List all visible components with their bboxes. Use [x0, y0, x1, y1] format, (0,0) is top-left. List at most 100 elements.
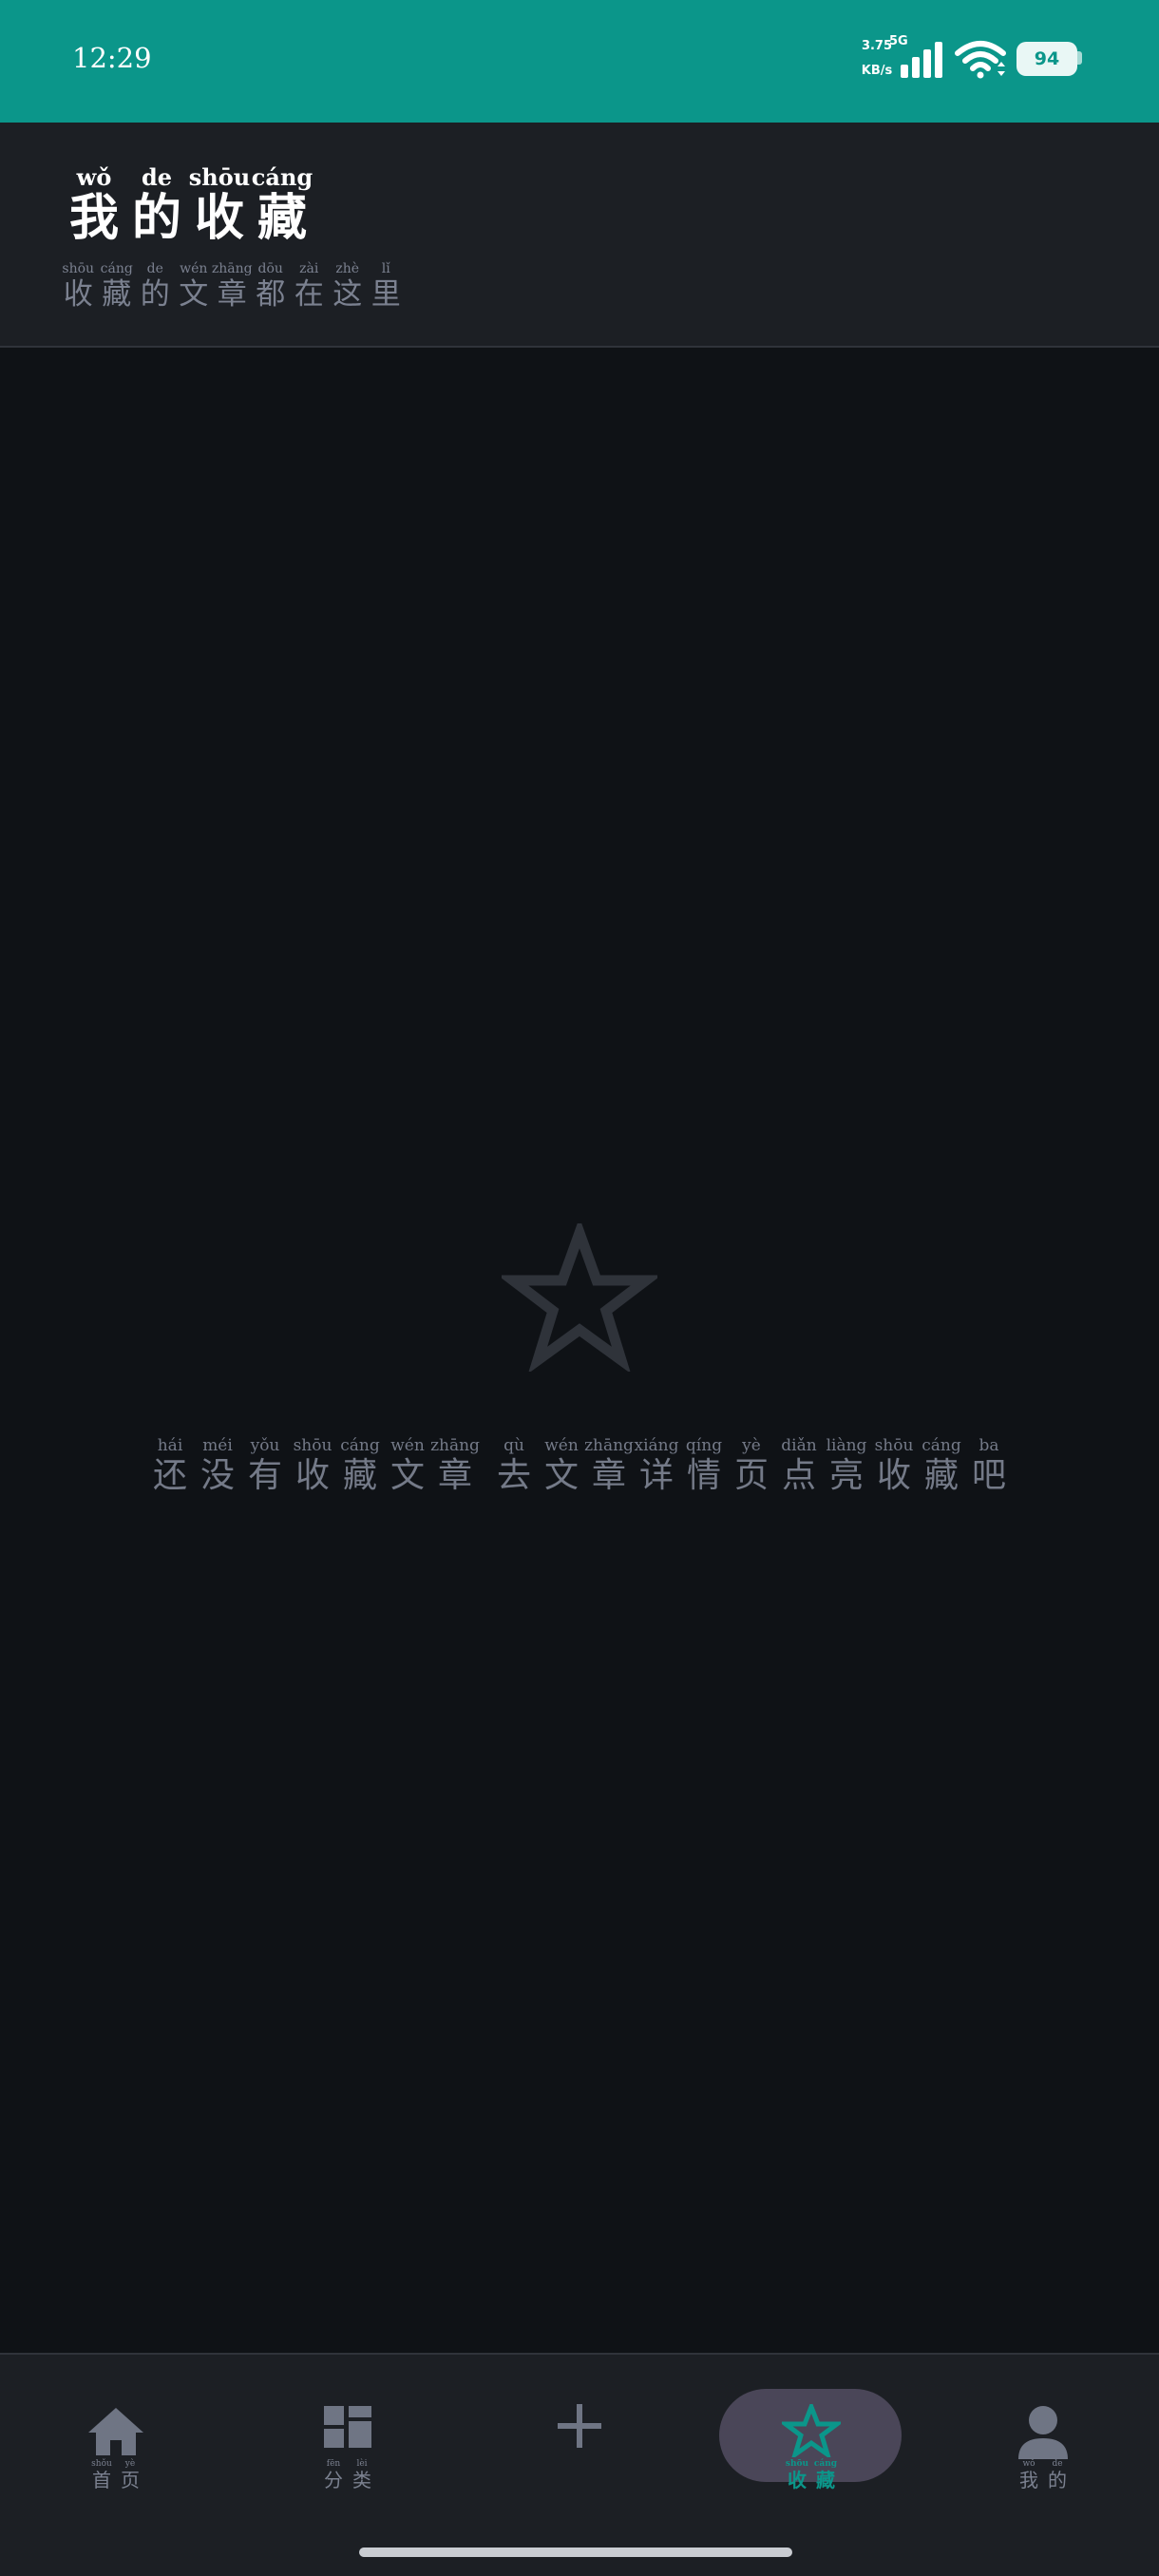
pinyin-text: shōu	[62, 261, 95, 276]
hanzi-text: 藏	[256, 189, 307, 247]
empty-state-message: hái 还 méi 没 yǒu 有 shōu 收 cáng 藏 wén 文 zhāng 章 qù 去 wén 文 z…	[0, 1436, 1159, 1497]
pinyin-text: zài	[299, 261, 319, 276]
pinyin-text: qù	[504, 1436, 524, 1455]
pinyin-text: cáng	[813, 2459, 838, 2469]
home-icon	[88, 2408, 143, 2455]
pinyin-text: yǒu	[250, 1436, 280, 1455]
user-icon	[1018, 2406, 1068, 2459]
hanzi-text: 里	[370, 277, 401, 312]
status-bar: 12:29 3.75 KB/s 5G 94	[0, 0, 1159, 123]
nav-home[interactable]: shǒu 首 yè 页	[0, 2355, 232, 2497]
hanzi-text: 藏	[102, 277, 132, 312]
hanzi-text: 吧	[971, 1456, 1006, 1495]
ruby-char: yè 页	[728, 1436, 775, 1497]
pinyin-text: yè	[742, 1436, 761, 1455]
hanzi-text: 章	[437, 1456, 472, 1495]
pinyin-text: zhāng	[430, 1436, 480, 1455]
page-subtitle: shōu 收 cáng 藏 de 的 wén 文 zhāng 章 dōu 都 zài 在 zhè 这 lǐ 里	[59, 261, 406, 313]
pinyin-text: de	[146, 261, 163, 276]
ruby-char: ba 吧	[965, 1436, 1013, 1497]
ruby-char: zhāng 章	[584, 1436, 634, 1497]
hanzi-text: 这	[332, 277, 363, 312]
ruby-char: shǒu 首	[89, 2459, 114, 2491]
empty-star-icon	[502, 1223, 657, 1372]
pinyin-text: liàng	[826, 1436, 867, 1455]
hanzi-text: 收	[294, 1456, 330, 1495]
hanzi-text: 分	[324, 2469, 343, 2491]
ruby-char: cáng 藏	[98, 261, 137, 313]
pinyin-text: hái	[157, 1436, 183, 1455]
ruby-char: shōu 收	[785, 2459, 809, 2491]
ruby-char: dōu 都	[252, 261, 291, 313]
nav-profile-label: wǒ 我 de 的	[927, 2459, 1159, 2491]
hanzi-text: 的	[1048, 2469, 1067, 2491]
pinyin-text: qíng	[685, 1436, 723, 1455]
ruby-char: méi 没	[194, 1436, 241, 1497]
ruby-char: shōu 收	[188, 164, 251, 246]
ruby-char: lǐ 里	[367, 261, 406, 313]
hanzi-text: 还	[152, 1456, 187, 1495]
hanzi-text: 藏	[923, 1456, 959, 1495]
nav-favorites[interactable]: shōu 收 cáng 藏	[695, 2355, 927, 2497]
hanzi-text: 我	[68, 189, 119, 247]
hanzi-text: 文	[179, 277, 209, 312]
pinyin-text: cáng	[100, 261, 133, 276]
hanzi-text: 文	[543, 1456, 579, 1495]
ruby-char: cáng 藏	[251, 164, 314, 246]
ruby-char: zài 在	[290, 261, 329, 313]
pinyin-text: de	[1052, 2459, 1063, 2469]
ruby-char: shōu 收	[870, 1436, 918, 1497]
status-time: 12:29	[72, 42, 152, 74]
pinyin-text: yè	[124, 2459, 136, 2469]
pinyin-text: de	[141, 163, 173, 191]
hanzi-text: 页	[733, 1456, 769, 1495]
page-title: wǒ 我 de 的 shōu 收 cáng 藏	[63, 164, 314, 246]
pinyin-text: shǒu	[91, 2459, 112, 2469]
pinyin-text: shōu	[293, 1436, 332, 1455]
hanzi-text: 收	[788, 2469, 807, 2491]
pinyin-text: lǐ	[381, 261, 390, 276]
ruby-char: shōu 收	[289, 1436, 336, 1497]
category-icon	[324, 2406, 371, 2448]
nav-category[interactable]: fēn 分 lèi 类	[232, 2355, 464, 2497]
plus-icon	[558, 2404, 601, 2448]
ruby-char: wǒ 我	[63, 164, 125, 246]
ruby-char: de 的	[125, 164, 188, 246]
pinyin-text: wǒ	[76, 163, 112, 191]
hanzi-text: 收	[876, 1456, 911, 1495]
ruby-char: de 的	[136, 261, 175, 313]
hanzi-text: 类	[352, 2469, 371, 2491]
hanzi-text: 藏	[816, 2469, 835, 2491]
wifi-icon	[955, 41, 1006, 79]
star-icon	[782, 2404, 841, 2457]
nav-profile[interactable]: wǒ 我 de 的	[927, 2355, 1159, 2497]
pinyin-text: cáng	[340, 1436, 380, 1455]
hanzi-text: 在	[294, 277, 324, 312]
home-indicator[interactable]	[359, 2548, 792, 2557]
nav-favorites-label: shōu 收 cáng 藏	[695, 2459, 927, 2491]
hanzi-text: 藏	[342, 1456, 377, 1495]
ruby-char: de 的	[1045, 2459, 1070, 2491]
hanzi-text: 去	[496, 1456, 531, 1495]
ruby-char: yǒu 有	[241, 1436, 289, 1497]
pinyin-text: cáng	[922, 1436, 961, 1455]
ruby-char: zhè 这	[329, 261, 368, 313]
nav-category-label: fēn 分 lèi 类	[232, 2459, 464, 2491]
hanzi-text: 都	[256, 277, 286, 312]
nav-add[interactable]	[464, 2355, 695, 2497]
hanzi-text: 我	[1019, 2469, 1038, 2491]
pinyin-text: zhāng	[211, 261, 253, 276]
ruby-char: fēn 分	[321, 2459, 346, 2491]
ruby-char: yè 页	[118, 2459, 142, 2491]
hanzi-text: 详	[638, 1456, 674, 1495]
pinyin-text: cáng	[251, 163, 314, 191]
ruby-char: liàng 亮	[823, 1436, 870, 1497]
ruby-char: xiáng 详	[633, 1436, 680, 1497]
hanzi-text: 情	[686, 1456, 721, 1495]
hanzi-text: 收	[63, 277, 93, 312]
pinyin-text: dōu	[257, 261, 283, 276]
pinyin-text: xiáng	[634, 1436, 679, 1455]
hanzi-text: 的	[131, 189, 181, 247]
hanzi-text: 亮	[828, 1456, 864, 1495]
hanzi-text: 的	[140, 277, 170, 312]
